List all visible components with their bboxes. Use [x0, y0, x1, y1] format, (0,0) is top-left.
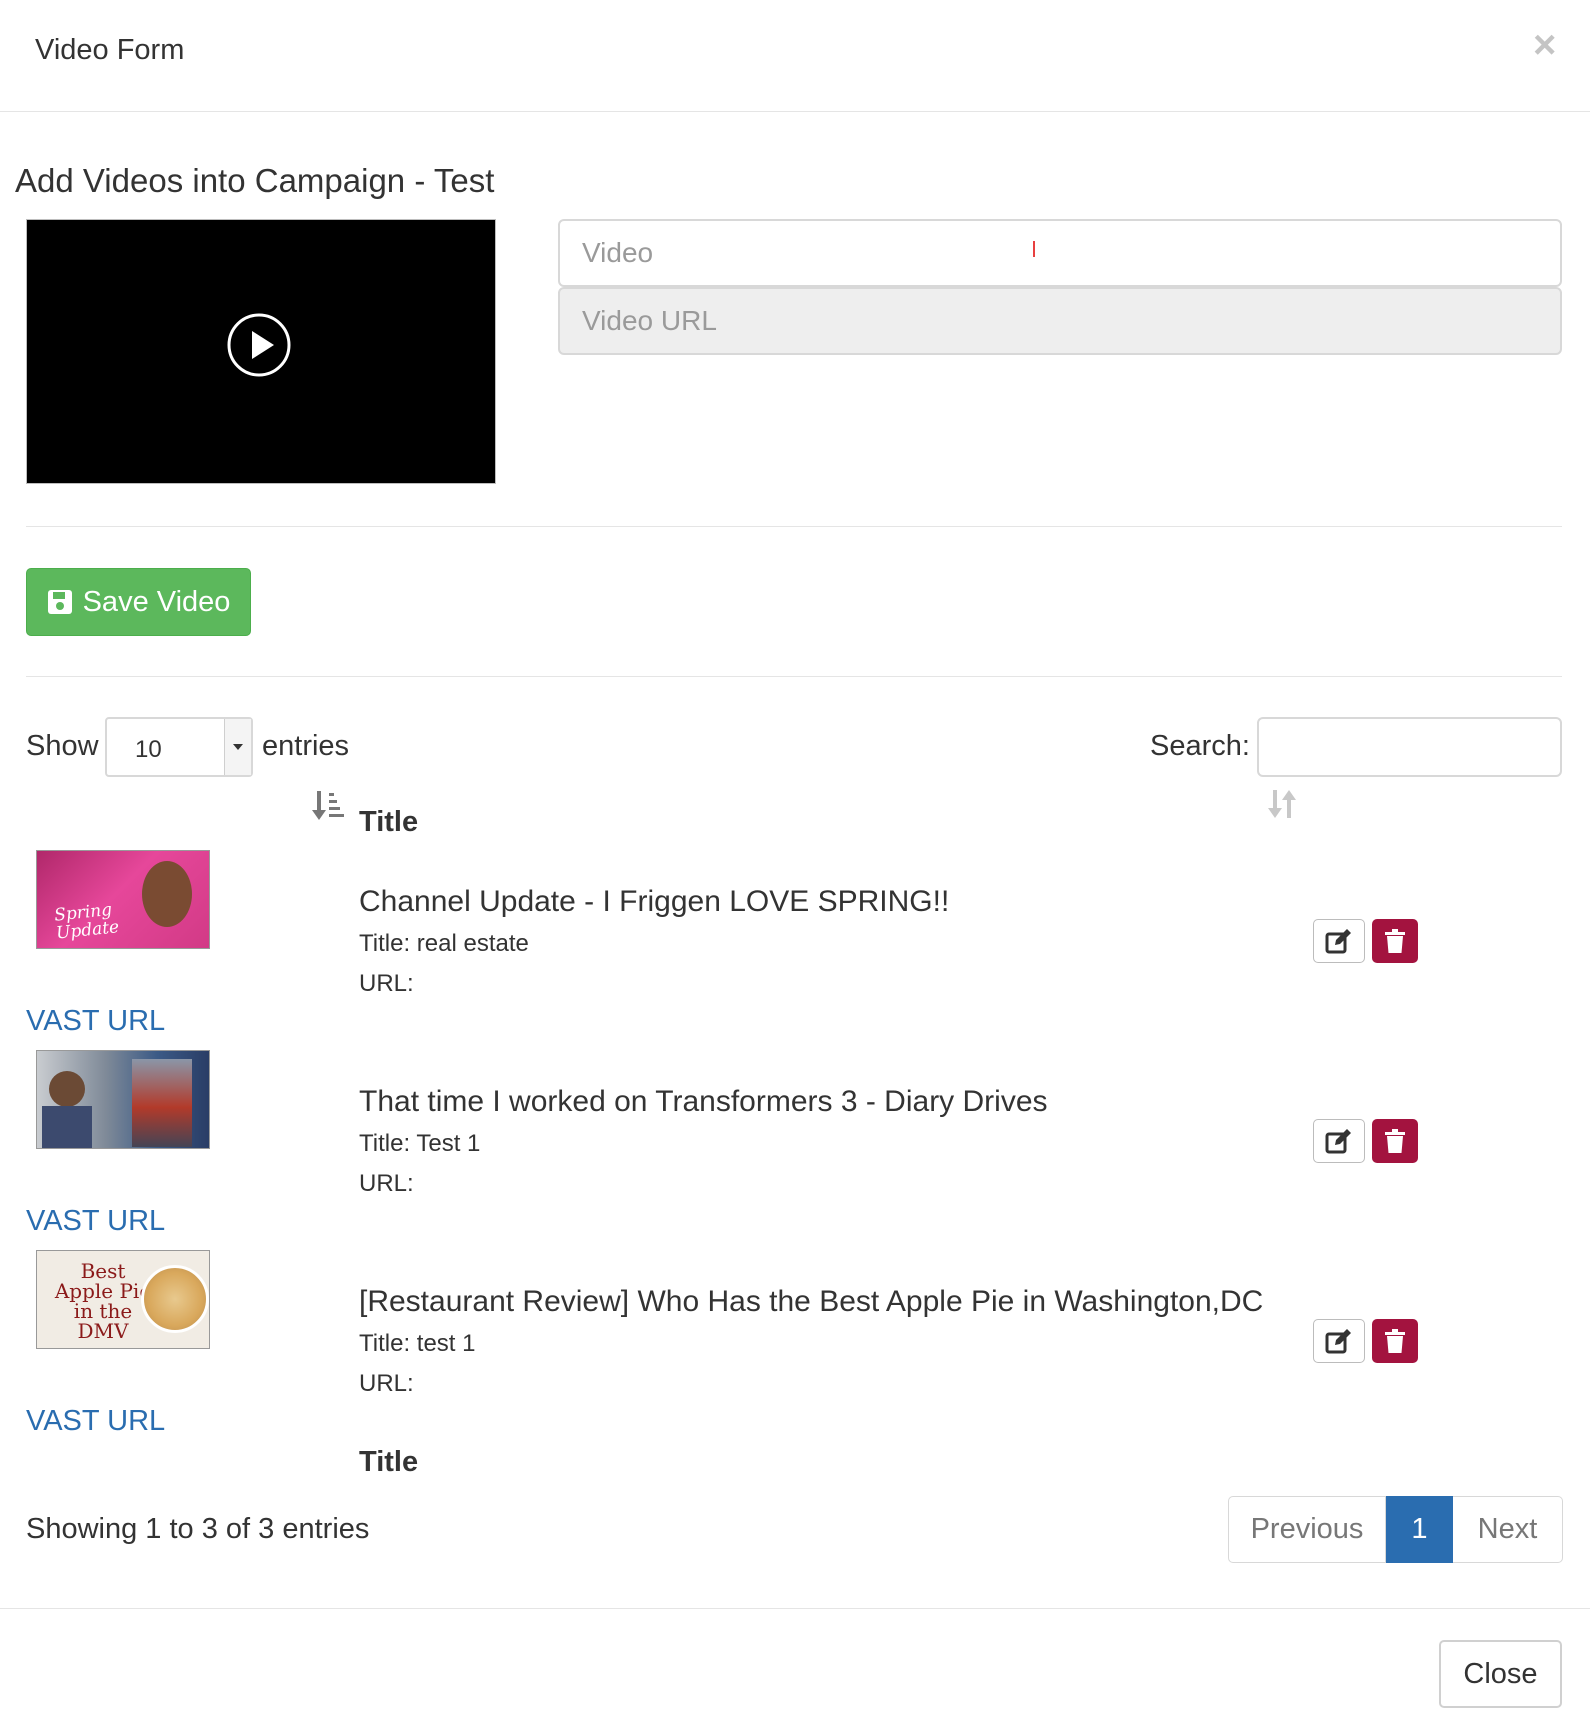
trash-icon — [1385, 1329, 1405, 1353]
close-button[interactable]: Close — [1439, 1640, 1562, 1708]
entries-label: entries — [262, 730, 350, 762]
floppy-disk-icon — [47, 590, 72, 614]
delete-button[interactable] — [1372, 1119, 1418, 1163]
video-thumbnail[interactable]: Spring Update — [36, 850, 210, 949]
header-divider — [0, 111, 1590, 112]
trash-icon — [1385, 929, 1405, 953]
page-length-value: 10 — [135, 736, 162, 763]
delete-button[interactable] — [1372, 919, 1418, 963]
video-thumbnail[interactable]: Best Apple Pie in the DMV — [36, 1250, 210, 1349]
trash-icon — [1385, 1129, 1405, 1153]
save-video-button[interactable]: Save Video — [26, 568, 251, 636]
edit-button[interactable] — [1313, 1119, 1365, 1163]
video-title-line: Title: real estate — [359, 930, 529, 957]
video-title-line: Title: test 1 — [359, 1330, 476, 1357]
column-footer-title: Title — [359, 1446, 419, 1478]
video-name: [Restaurant Review] Who Has the Best App… — [359, 1285, 1264, 1318]
previous-page-button[interactable]: Previous — [1228, 1496, 1386, 1563]
vast-url-link[interactable]: VAST URL — [26, 1005, 165, 1038]
form-divider — [26, 526, 1562, 527]
search-input[interactable] — [1257, 717, 1562, 777]
vast-url-link[interactable]: VAST URL — [26, 1405, 165, 1438]
footer-divider — [0, 1608, 1590, 1609]
edit-button[interactable] — [1313, 1319, 1365, 1363]
video-player[interactable] — [26, 219, 496, 484]
sort-amount-down-icon[interactable] — [312, 789, 346, 821]
video-name: That time I worked on Transformers 3 - D… — [359, 1085, 1048, 1118]
edit-icon — [1325, 1129, 1351, 1154]
video-input[interactable] — [558, 219, 1562, 287]
show-label: Show — [26, 730, 99, 762]
search-label: Search: — [1150, 730, 1250, 762]
vast-url-link[interactable]: VAST URL — [26, 1205, 165, 1238]
video-url-input[interactable] — [558, 287, 1562, 355]
save-divider — [26, 676, 1562, 677]
video-title-line: Title: Test 1 — [359, 1130, 481, 1157]
page-length-select[interactable]: 10 — [105, 717, 253, 777]
caret-down-icon — [224, 719, 251, 775]
video-url-line: URL: — [359, 1170, 414, 1197]
table-info: Showing 1 to 3 of 3 entries — [26, 1513, 370, 1545]
edit-icon — [1325, 1329, 1351, 1354]
sort-icon[interactable] — [1268, 788, 1298, 820]
page-1-button[interactable]: 1 — [1386, 1496, 1453, 1563]
thumbnail-caption: Spring Update — [53, 899, 121, 944]
video-url-line: URL: — [359, 1370, 414, 1397]
play-circle-icon[interactable] — [227, 313, 291, 377]
video-url-line: URL: — [359, 970, 414, 997]
edit-icon — [1325, 929, 1351, 954]
modal-close-icon[interactable]: × — [1533, 25, 1556, 65]
next-page-button[interactable]: Next — [1453, 1496, 1563, 1563]
edit-button[interactable] — [1313, 919, 1365, 963]
delete-button[interactable] — [1372, 1319, 1418, 1363]
thumbnail-caption: Best Apple Pie in the DMV — [54, 1259, 152, 1343]
video-thumbnail[interactable] — [36, 1050, 210, 1149]
modal-title: Video Form — [35, 34, 185, 66]
save-video-label: Save Video — [82, 585, 231, 618]
form-heading: Add Videos into Campaign - Test — [15, 162, 495, 199]
pagination: Previous 1 Next — [1228, 1496, 1563, 1563]
column-header-title[interactable]: Title — [359, 806, 418, 839]
video-name: Channel Update - I Friggen LOVE SPRING!! — [359, 885, 950, 918]
text-cursor — [1033, 241, 1035, 257]
